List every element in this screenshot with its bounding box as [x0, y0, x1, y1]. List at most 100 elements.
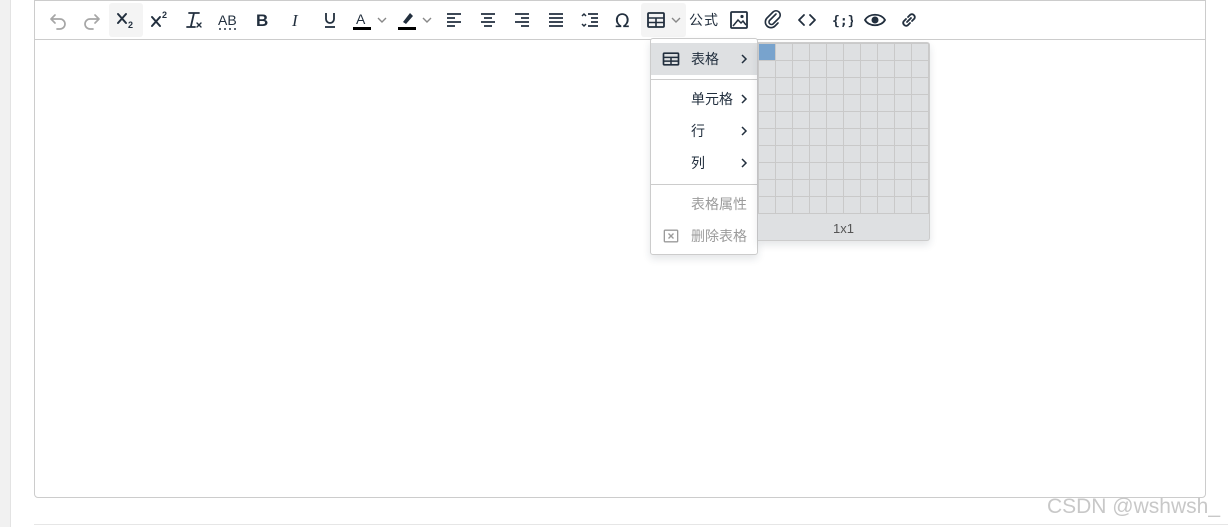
table-grid-cell[interactable] [809, 196, 827, 214]
table-grid-cell[interactable] [877, 60, 895, 78]
table-grid-cell[interactable] [792, 111, 810, 129]
table-button[interactable] [641, 3, 686, 37]
table-grid-cell[interactable] [860, 60, 878, 78]
table-grid[interactable] [758, 43, 930, 215]
table-grid-cell[interactable] [775, 179, 793, 197]
table-grid-cell[interactable] [877, 94, 895, 112]
table-grid-cell[interactable] [860, 111, 878, 129]
table-grid-cell[interactable] [758, 94, 776, 112]
table-grid-cell[interactable] [877, 162, 895, 180]
table-grid-cell[interactable] [809, 77, 827, 95]
table-grid-cell[interactable] [809, 145, 827, 163]
table-grid-cell[interactable] [911, 196, 929, 214]
line-height-button[interactable] [573, 3, 607, 37]
table-grid-cell[interactable] [792, 162, 810, 180]
table-grid-cell[interactable] [775, 196, 793, 214]
table-grid-cell[interactable] [877, 77, 895, 95]
table-grid-cell[interactable] [843, 196, 861, 214]
table-grid-cell[interactable] [826, 77, 844, 95]
align-left-button[interactable] [437, 3, 471, 37]
table-grid-cell[interactable] [894, 162, 912, 180]
table-grid-cell[interactable] [877, 128, 895, 146]
bold-button[interactable]: B [245, 3, 279, 37]
table-grid-cell[interactable] [775, 77, 793, 95]
align-justify-button[interactable] [539, 3, 573, 37]
table-grid-cell[interactable] [894, 77, 912, 95]
table-grid-cell[interactable] [877, 145, 895, 163]
table-grid-cell[interactable] [758, 77, 776, 95]
table-grid-cell[interactable] [758, 145, 776, 163]
table-grid-cell[interactable] [894, 128, 912, 146]
table-grid-cell[interactable] [894, 196, 912, 214]
underline-button[interactable] [313, 3, 347, 37]
insert-image-button[interactable] [722, 3, 756, 37]
table-grid-cell[interactable] [843, 179, 861, 197]
table-grid-cell[interactable] [758, 196, 776, 214]
table-grid-cell[interactable] [758, 179, 776, 197]
table-grid-cell[interactable] [843, 162, 861, 180]
table-grid-cell[interactable] [860, 179, 878, 197]
table-grid-cell[interactable] [826, 145, 844, 163]
table-grid-cell[interactable] [792, 60, 810, 78]
table-grid-cell[interactable] [826, 111, 844, 129]
table-grid-cell[interactable] [843, 128, 861, 146]
table-grid-cell[interactable] [792, 196, 810, 214]
table-grid-cell[interactable] [758, 111, 776, 129]
table-grid-cell[interactable] [826, 43, 844, 61]
table-grid-cell[interactable] [911, 43, 929, 61]
text-color-button[interactable]: A [347, 3, 392, 37]
table-grid-cell[interactable] [775, 128, 793, 146]
link-button[interactable] [892, 3, 926, 37]
table-grid-cell[interactable] [775, 43, 793, 61]
menu-item-cell[interactable]: 单元格 [651, 83, 757, 115]
table-grid-cell[interactable] [860, 128, 878, 146]
table-grid-cell[interactable] [843, 94, 861, 112]
table-grid-cell[interactable] [758, 43, 776, 61]
table-grid-cell[interactable] [775, 60, 793, 78]
align-center-button[interactable] [471, 3, 505, 37]
menu-item-table[interactable]: 表格 [651, 43, 757, 75]
table-grid-cell[interactable] [843, 60, 861, 78]
table-grid-cell[interactable] [894, 179, 912, 197]
table-grid-cell[interactable] [843, 43, 861, 61]
table-grid-cell[interactable] [758, 60, 776, 78]
table-grid-cell[interactable] [792, 128, 810, 146]
undo-button[interactable] [41, 3, 75, 37]
table-grid-cell[interactable] [860, 43, 878, 61]
align-right-button[interactable] [505, 3, 539, 37]
menu-item-row[interactable]: 行 [651, 115, 757, 147]
table-grid-cell[interactable] [860, 162, 878, 180]
table-grid-cell[interactable] [792, 77, 810, 95]
source-code-button[interactable] [790, 3, 824, 37]
table-grid-cell[interactable] [809, 179, 827, 197]
table-grid-cell[interactable] [809, 60, 827, 78]
table-grid-cell[interactable] [894, 94, 912, 112]
table-grid-cell[interactable] [911, 111, 929, 129]
italic-button[interactable]: I [279, 3, 313, 37]
table-grid-cell[interactable] [860, 94, 878, 112]
table-grid-cell[interactable] [758, 128, 776, 146]
table-grid-cell[interactable] [826, 60, 844, 78]
table-grid-cell[interactable] [843, 111, 861, 129]
table-grid-cell[interactable] [860, 77, 878, 95]
table-grid-cell[interactable] [911, 179, 929, 197]
table-grid-cell[interactable] [843, 145, 861, 163]
spellcheck-button[interactable]: AB [211, 3, 245, 37]
table-grid-cell[interactable] [877, 196, 895, 214]
table-grid-cell[interactable] [877, 179, 895, 197]
table-grid-cell[interactable] [911, 60, 929, 78]
table-grid-cell[interactable] [775, 111, 793, 129]
menu-item-table-properties[interactable]: 表格属性 [651, 188, 757, 220]
table-grid-cell[interactable] [843, 77, 861, 95]
table-grid-cell[interactable] [809, 94, 827, 112]
table-grid-cell[interactable] [911, 145, 929, 163]
editor-content-area[interactable] [35, 40, 1205, 497]
table-size-picker[interactable]: 1x1 [758, 42, 930, 241]
code-sample-button[interactable]: {;} [824, 3, 858, 37]
attachment-button[interactable] [756, 3, 790, 37]
table-grid-cell[interactable] [792, 43, 810, 61]
table-grid-cell[interactable] [911, 128, 929, 146]
table-grid-cell[interactable] [809, 128, 827, 146]
table-grid-cell[interactable] [860, 145, 878, 163]
subscript-button[interactable]: 2 [109, 3, 143, 37]
